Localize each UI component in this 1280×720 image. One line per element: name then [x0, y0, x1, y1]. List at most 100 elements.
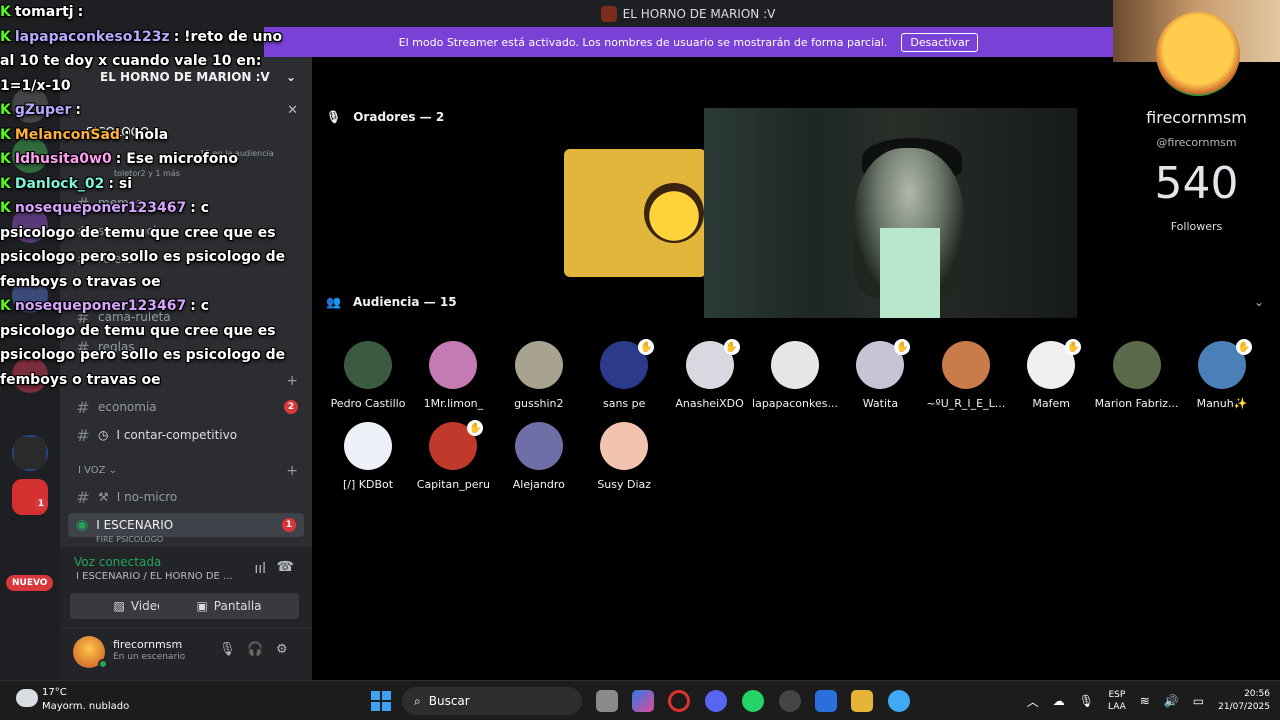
- chat-username: MelanconSad: [14, 126, 120, 143]
- volume-icon[interactable]: 🔊: [1164, 694, 1179, 708]
- audience-member[interactable]: ✋ AnasheiXDO: [665, 339, 755, 410]
- audience-name: Watita: [862, 397, 899, 410]
- server-icon[interactable]: [14, 437, 46, 469]
- chat-separator: :: [115, 151, 127, 167]
- username[interactable]: firecornmsm: [113, 638, 182, 651]
- chat-overlay: Ktomartj: Klapapaconkeso123z: !reto de u…: [0, 0, 285, 425]
- streamer-mode-banner: El modo Streamer está activado. Los nomb…: [264, 27, 1113, 57]
- windows-start-icon[interactable]: [371, 691, 391, 711]
- microphone-icon[interactable]: 🎙: [219, 642, 236, 657]
- audience-icon: 👥: [326, 295, 341, 309]
- speaker-video[interactable]: [704, 108, 1077, 318]
- chat-text: psicologo pero sollo es psicologo de: [0, 347, 286, 363]
- app-icon[interactable]: [815, 690, 837, 712]
- microphone-icon[interactable]: 🎙: [1079, 694, 1094, 708]
- new-badge[interactable]: NUEVO: [6, 575, 54, 591]
- opera-icon[interactable]: [668, 690, 690, 712]
- audience-member[interactable]: Susy Diaz: [579, 422, 669, 491]
- voice-location[interactable]: I ESCENARIO / EL HORNO DE ...: [76, 571, 233, 582]
- speakers-header: 🎙 Oradores — 2: [326, 110, 445, 124]
- audience-member[interactable]: ✋ Mafem: [1006, 339, 1096, 410]
- audience-member[interactable]: [/] KDBot: [323, 422, 413, 491]
- kick-badge-icon: K: [0, 28, 11, 45]
- audience-name: Marion Fabriz...: [1094, 397, 1179, 410]
- avatar: ✋: [685, 339, 740, 389]
- chat-text: Ese microfono: [126, 151, 238, 167]
- channel-contar-competitivo[interactable]: # ◷ I contar-competitivo: [76, 423, 306, 447]
- avatar: [429, 341, 478, 389]
- avatar: [514, 341, 563, 389]
- chat-separator: :: [190, 298, 201, 314]
- voice-connected-label[interactable]: Voz conectada: [74, 555, 161, 569]
- chat-text: psicologo de temu que cree que es: [0, 224, 276, 241]
- disconnect-icon[interactable]: ☎: [277, 559, 294, 575]
- microphone-icon: 🎙: [326, 110, 342, 124]
- stage-topic: FIRE PSICOLOGO: [96, 535, 164, 544]
- raised-hand-icon: ✋: [723, 339, 740, 355]
- kick-badge-icon: K: [0, 102, 11, 118]
- chat-text: hola: [134, 126, 169, 143]
- disable-streamer-button[interactable]: Desactivar: [901, 32, 979, 52]
- chat-username: gZuper: [14, 102, 72, 118]
- hash-icon: #: [76, 425, 90, 445]
- wifi-icon[interactable]: ≋: [1140, 694, 1150, 708]
- voice-status-panel: Voz conectada I ESCENARIO / EL HORNO DE …: [60, 547, 312, 627]
- whatsapp-icon[interactable]: [742, 690, 764, 712]
- audience-name: Capitan_peru: [416, 478, 490, 491]
- avatar: [771, 341, 819, 389]
- clock[interactable]: 20:56 21/07/2025: [1218, 688, 1270, 714]
- audience-name: Susy Diaz: [597, 478, 652, 491]
- chevron-up-icon[interactable]: ︿: [1027, 693, 1039, 710]
- audience-name: sans pe: [602, 397, 646, 410]
- chevron-down-icon[interactable]: ⌄: [1254, 295, 1264, 309]
- category-voz[interactable]: I VOZ ⌄: [78, 465, 117, 476]
- gear-icon[interactable]: ⚙: [276, 642, 288, 657]
- audience-member[interactable]: ✋ sans pe: [579, 339, 669, 410]
- screen-share-button[interactable]: ▣ Pantalla: [159, 593, 299, 619]
- audience-name: gusshin2: [514, 397, 564, 410]
- battery-icon[interactable]: ▭: [1193, 694, 1204, 708]
- audience-name: lapapaconkes...: [752, 397, 838, 410]
- cloud-icon[interactable]: ☁: [1053, 694, 1065, 708]
- chat-separator: :: [75, 102, 82, 118]
- app-icon[interactable]: [888, 690, 910, 712]
- audience-member[interactable]: Alejandro: [494, 422, 584, 491]
- channel-escenario[interactable]: ◉ I ESCENARIO 1: [68, 513, 304, 537]
- chat-message: Klapapaconkeso123z: !reto de uno: [0, 25, 282, 50]
- chat-text: femboys o travas oe: [0, 371, 161, 388]
- language-indicator[interactable]: ESP LAA: [1108, 689, 1126, 713]
- audience-member[interactable]: Pedro Castillo: [323, 341, 413, 410]
- search-box[interactable]: ⌕ Buscar: [402, 687, 582, 715]
- audience-member[interactable]: ✋ Manuh✨: [1177, 339, 1267, 410]
- close-icon[interactable]: ✕: [287, 103, 298, 118]
- headphones-icon[interactable]: 🎧: [247, 642, 263, 657]
- audience-member[interactable]: lapapaconkes...: [750, 341, 840, 410]
- add-channel-icon[interactable]: +: [286, 463, 298, 479]
- audience-member[interactable]: ✋ Capitan_peru: [408, 420, 498, 491]
- chat-message: al 10 te doy x cuando vale 10 en:: [0, 49, 266, 74]
- audience-member[interactable]: gusshin2: [494, 341, 584, 410]
- user-panel: firecornmsm En un escenario 🎙 🎧 ⚙: [60, 628, 312, 680]
- chat-message: femboys o travas oe: [0, 368, 266, 393]
- file-explorer-icon[interactable]: [851, 690, 873, 712]
- audience-name: [/] KDBot: [342, 478, 394, 491]
- copilot-icon[interactable]: [632, 690, 654, 712]
- user-status: En un escenario: [113, 652, 186, 662]
- audience-member[interactable]: ✋ Watita: [835, 339, 925, 410]
- noise-suppression-icon[interactable]: ııl: [254, 561, 266, 577]
- chat-text: psicologo de temu que cree que es: [0, 322, 276, 339]
- chat-text: c: [200, 200, 210, 216]
- channel-no-micro[interactable]: # ⚒ I no-micro: [76, 485, 306, 509]
- mention-badge: 1: [34, 497, 48, 511]
- kick-badge-icon: K: [0, 126, 11, 143]
- audience-member[interactable]: 1Mr.limon_: [408, 341, 498, 410]
- add-channel-icon[interactable]: +: [286, 373, 298, 389]
- discord-icon[interactable]: [705, 690, 727, 712]
- app-icon[interactable]: [779, 690, 801, 712]
- audience-member[interactable]: ~ºU_R_I_E_L...: [921, 341, 1011, 410]
- avatar: [600, 422, 649, 470]
- raised-hand-icon: ✋: [1065, 339, 1082, 355]
- chat-text: femboys o travas oe: [0, 273, 161, 290]
- audience-member[interactable]: Marion Fabriz...: [1092, 341, 1182, 410]
- task-view-icon[interactable]: [596, 690, 618, 712]
